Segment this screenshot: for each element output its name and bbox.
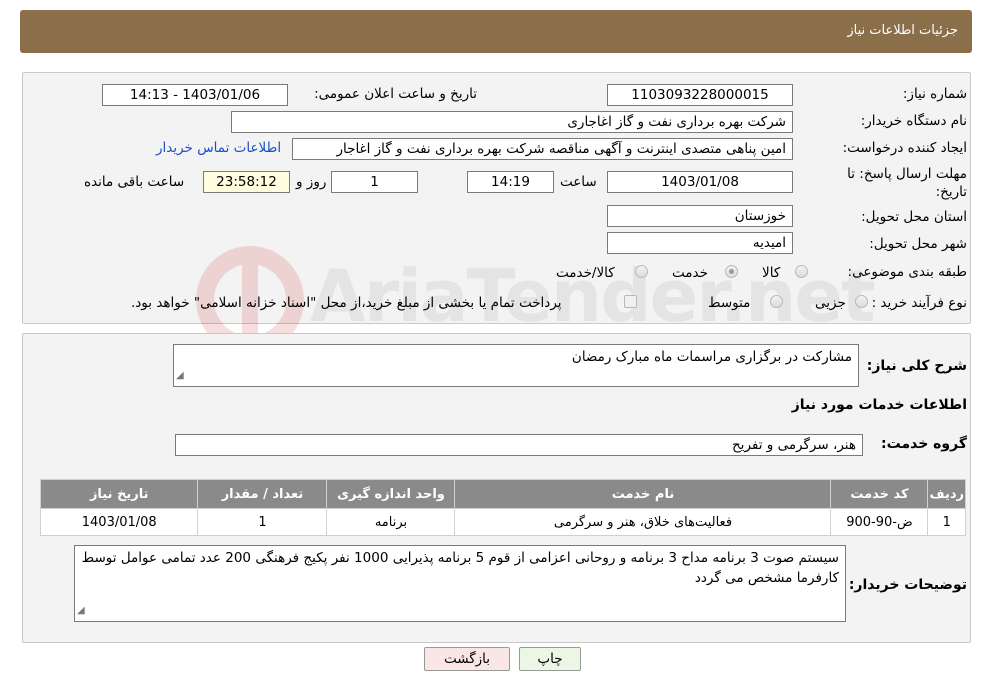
col-need-date: تاریخ نیاز — [39, 479, 199, 509]
province-field: خوزستان — [607, 205, 793, 227]
category-radio-goods-service[interactable] — [635, 265, 648, 278]
deadline-time-field: 14:19 — [467, 171, 554, 193]
days-label: روز و — [296, 174, 327, 190]
summary-textarea[interactable]: مشارکت در برگزاری مراسمات ماه مبارک رمضا… — [173, 344, 859, 387]
category-option-service: خدمت — [672, 265, 708, 281]
remaining-days-field: 1 — [331, 171, 418, 193]
services-heading: اطلاعات خدمات مورد نیاز — [791, 397, 967, 413]
cell-service-name: فعالیت‌های خلاق، هنر و سرگرمی — [454, 508, 832, 536]
purchase-type-label: نوع فرآیند خرید : — [871, 295, 967, 311]
deadline-date-field: 1403/01/08 — [607, 171, 793, 193]
requester-field: امین پناهی متصدی اینترنت و آگهی مناقصه ش… — [292, 138, 793, 160]
remaining-time-field: 23:58:12 — [203, 171, 290, 193]
purchase-radio-medium[interactable] — [770, 295, 783, 308]
col-service-code: کد خدمت — [830, 479, 929, 509]
treasury-checkbox[interactable] — [624, 295, 637, 308]
category-radio-goods[interactable] — [795, 265, 808, 278]
service-group-label: گروه خدمت: — [881, 436, 967, 452]
purchase-option-minor: جزیی — [815, 295, 846, 311]
deadline-label: مهلت ارسال پاسخ: تا تاریخ: — [847, 166, 967, 200]
col-unit: واحد اندازه گیری — [326, 479, 456, 509]
cell-need-date: 1403/01/08 — [39, 508, 199, 536]
cell-unit: برنامه — [326, 508, 456, 536]
summary-label: شرح کلی نیاز: — [866, 358, 967, 374]
purchase-radio-minor[interactable] — [855, 295, 868, 308]
services-table: ردیف کد خدمت نام خدمت واحد اندازه گیری ت… — [39, 479, 966, 536]
back-button[interactable]: بازگشت — [424, 647, 510, 671]
deadline-time-label: ساعت — [560, 174, 597, 190]
resize-grip-icon[interactable]: ◢ — [77, 601, 85, 621]
announce-datetime-field: 1403/01/06 - 14:13 — [102, 84, 288, 106]
cell-quantity: 1 — [197, 508, 328, 536]
col-row-number: ردیف — [927, 479, 966, 509]
table-row: 1 ض-90-900 فعالیت‌های خلاق، هنر و سرگرمی… — [39, 508, 966, 536]
category-label: طبقه بندی موضوعی: — [847, 264, 967, 280]
col-quantity: تعداد / مقدار — [197, 479, 328, 509]
city-field: امیدیه — [607, 232, 793, 254]
col-service-name: نام خدمت — [454, 479, 832, 509]
print-button[interactable]: چاپ — [519, 647, 581, 671]
buyer-notes-text: سیستم صوت 3 برنامه مداح 3 برنامه و روحان… — [81, 550, 839, 586]
province-label: استان محل تحویل: — [861, 209, 967, 225]
treasury-note: پرداخت تمام یا بخشی از مبلغ خرید،از محل … — [131, 295, 562, 311]
category-option-goods-service: کالا/خدمت — [556, 265, 615, 281]
category-radio-service[interactable] — [725, 265, 738, 278]
page-title: جزئیات اطلاعات نیاز — [847, 23, 958, 38]
city-label: شهر محل تحویل: — [869, 236, 967, 252]
remaining-label: ساعت باقی مانده — [84, 174, 185, 190]
buyer-org-label: نام دستگاه خریدار: — [860, 113, 967, 129]
buyer-notes-label: توضیحات خریدار: — [848, 577, 967, 593]
resize-grip-icon[interactable]: ◢ — [176, 366, 184, 386]
service-group-field: هنر، سرگرمی و تفریح — [175, 434, 863, 456]
buyer-contact-link[interactable]: اطلاعات تماس خریدار — [156, 140, 281, 156]
announce-datetime-label: تاریخ و ساعت اعلان عمومی: — [314, 86, 477, 102]
need-number-label: شماره نیاز: — [902, 86, 967, 102]
cell-row-number: 1 — [927, 508, 966, 536]
buyer-notes-textarea[interactable]: سیستم صوت 3 برنامه مداح 3 برنامه و روحان… — [74, 545, 846, 622]
buyer-org-field: شرکت بهره برداری نفت و گاز اغاجاری — [231, 111, 793, 133]
category-option-goods: کالا — [762, 265, 781, 281]
table-header-row: ردیف کد خدمت نام خدمت واحد اندازه گیری ت… — [39, 479, 966, 509]
page-header: جزئیات اطلاعات نیاز — [20, 10, 972, 53]
cell-service-code: ض-90-900 — [830, 508, 929, 536]
requester-label: ایجاد کننده درخواست: — [842, 140, 967, 156]
purchase-option-medium: متوسط — [708, 295, 751, 311]
summary-text: مشارکت در برگزاری مراسمات ماه مبارک رمضا… — [571, 349, 852, 365]
need-number-field: 1103093228000015 — [607, 84, 793, 106]
